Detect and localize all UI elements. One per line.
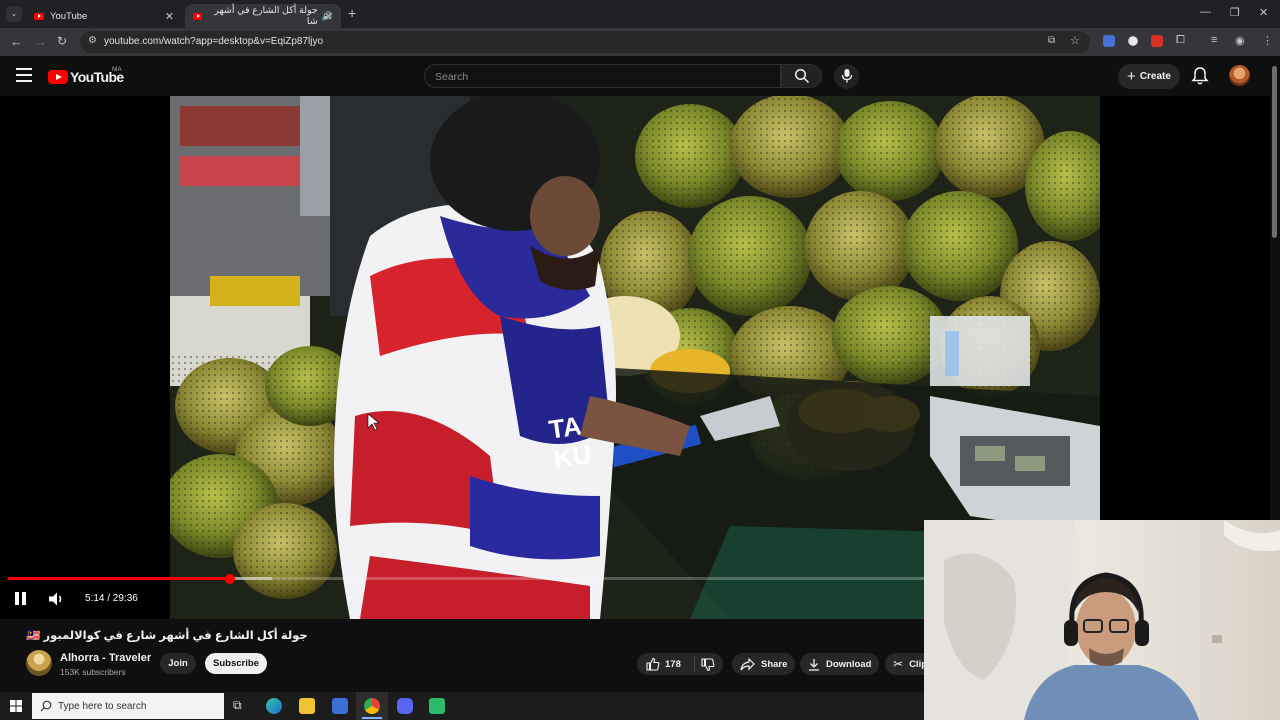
store-icon[interactable] (332, 698, 348, 714)
bookmark-star-icon[interactable]: ☆ (1070, 34, 1080, 47)
pause-button[interactable] (15, 592, 27, 605)
active-app-indicator (362, 717, 382, 719)
plus-icon: + (1127, 68, 1136, 85)
search-button[interactable] (781, 64, 822, 88)
chrome-icon[interactable] (364, 698, 380, 714)
seek-scrubber[interactable] (225, 573, 236, 584)
back-button[interactable]: ← (10, 34, 23, 49)
taskbar-search-input[interactable]: Type here to search (32, 693, 224, 719)
webcam-overlay (924, 520, 1280, 720)
download-icon (809, 658, 819, 671)
extensions-puzzle-icon[interactable]: ⧠ (1176, 34, 1185, 47)
extension-icon[interactable] (1151, 35, 1163, 47)
tab-search-dropdown[interactable]: ⌄ (6, 6, 22, 22)
progress-played (8, 577, 231, 580)
download-button[interactable]: Download (800, 653, 879, 675)
thumbs-down-icon[interactable] (701, 658, 715, 672)
video-title: جولة أكل الشارع في أشهر شارع في كوالالمب… (26, 630, 308, 642)
install-app-icon[interactable]: ⧉ (1048, 35, 1055, 46)
tab-title: جولة أكل الشارع في أشهر شا (214, 5, 318, 27)
youtube-play-logo-icon (48, 70, 68, 84)
share-icon (740, 657, 755, 670)
voice-search-button[interactable] (834, 64, 859, 89)
url-text: youtube.com/watch?app=desktop&v=EqiZp87l… (104, 36, 324, 47)
create-label: Create (1139, 71, 1171, 82)
subscriber-count: 153K subscribers (60, 667, 126, 677)
microphone-icon (841, 69, 853, 83)
volume-icon[interactable] (47, 591, 65, 607)
country-code: MA (112, 66, 122, 73)
windows-taskbar: Type here to search ⧉ (0, 692, 924, 720)
notifications-bell-icon[interactable] (1191, 66, 1209, 86)
divider (694, 657, 695, 671)
window-close-button[interactable]: ✕ (1259, 6, 1268, 19)
webcam-feed (924, 520, 1280, 720)
windows-start-icon[interactable] (10, 700, 22, 712)
chrome-menu-icon[interactable]: ⋮ (1262, 34, 1273, 47)
search-icon (40, 700, 52, 712)
svg-text:TA: TA (547, 410, 584, 444)
app-icon[interactable] (429, 698, 445, 714)
search-input[interactable]: Search (424, 64, 781, 88)
thumbs-up-icon[interactable] (646, 657, 660, 671)
like-count[interactable]: 178 (665, 659, 681, 670)
task-view-icon[interactable]: ⧉ (233, 698, 242, 713)
tab-youtube[interactable]: YouTube ✕ (26, 4, 182, 28)
taskbar-search-placeholder: Type here to search (58, 701, 147, 712)
close-icon[interactable]: ✕ (324, 10, 333, 23)
scissors-icon: ✂ (893, 657, 904, 671)
forward-button[interactable]: → (34, 34, 47, 49)
svg-text:KU: KU (552, 439, 593, 474)
edge-icon[interactable] (266, 698, 282, 714)
search-icon (794, 68, 810, 84)
restore-button[interactable]: ❐ (1230, 6, 1240, 19)
close-icon[interactable]: ✕ (165, 10, 174, 23)
youtube-favicon-icon (34, 12, 44, 20)
search-placeholder: Search (435, 71, 469, 83)
time-display: 5:14 / 29:36 (85, 593, 138, 604)
share-label: Share (761, 658, 788, 670)
like-dislike-group: 178 (637, 653, 723, 675)
address-bar[interactable]: ⚙ youtube.com/watch?app=desktop&v=EqiZp8… (80, 31, 1090, 53)
extension-icon[interactable] (1126, 34, 1140, 48)
youtube-logo[interactable]: YouTube MA (48, 66, 124, 85)
reload-button[interactable]: ↻ (57, 34, 67, 48)
buffer-bar (230, 577, 272, 580)
new-tab-button[interactable]: + (348, 5, 356, 21)
download-label: Download (826, 658, 872, 670)
channel-name[interactable]: Alhorra - Traveler (60, 652, 151, 664)
site-info-icon[interactable]: ⚙ (88, 35, 97, 46)
share-button[interactable]: Share (732, 653, 795, 675)
profile-icon[interactable]: ◉ (1235, 34, 1245, 47)
browser-toolbar: ← → ↻ ⚙ youtube.com/watch?app=desktop&v=… (0, 28, 1280, 56)
account-avatar[interactable] (1229, 65, 1250, 86)
channel-avatar[interactable] (26, 650, 52, 676)
youtube-favicon-icon (193, 12, 203, 20)
subscribe-button[interactable]: Subscribe (205, 653, 267, 674)
hamburger-menu-icon[interactable] (16, 68, 32, 82)
tab-title: YouTube (50, 10, 88, 22)
translate-extension-icon[interactable] (1103, 35, 1115, 47)
media-controls-icon[interactable]: ≡ (1211, 34, 1217, 46)
file-explorer-icon[interactable] (299, 698, 315, 714)
page-scrollbar-thumb[interactable] (1272, 66, 1277, 238)
browser-tab-strip: ⌄ YouTube ✕ جولة أكل الشارع في أشهر شا 🔊… (0, 0, 1280, 28)
create-button[interactable]: + Create (1118, 64, 1180, 89)
join-button[interactable]: Join (160, 653, 196, 674)
discord-icon[interactable] (397, 698, 413, 714)
tab-video[interactable]: جولة أكل الشارع في أشهر شا 🔊 ✕ (185, 4, 341, 28)
minimize-button[interactable]: — (1200, 6, 1211, 18)
youtube-header: YouTube MA Search + Create (0, 56, 1280, 96)
